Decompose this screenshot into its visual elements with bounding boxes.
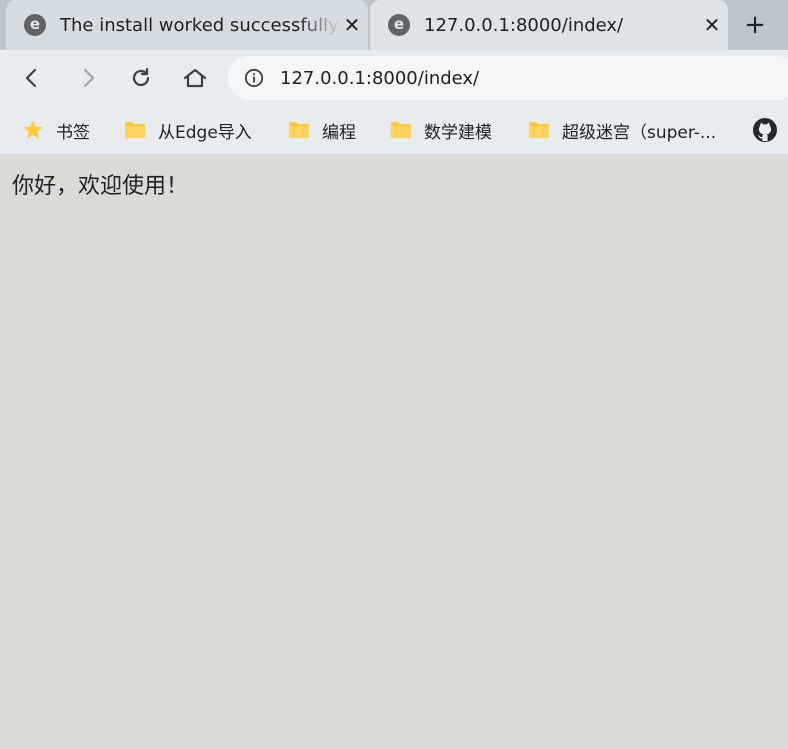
home-button[interactable] bbox=[177, 60, 213, 96]
reload-icon bbox=[132, 67, 150, 87]
folder-icon bbox=[289, 122, 309, 138]
edge-e-icon: e bbox=[24, 14, 46, 36]
tab-title: The install worked successfully! Congrat… bbox=[60, 14, 340, 36]
info-icon[interactable] bbox=[244, 68, 264, 88]
bookmark-folder-edge-import[interactable]: 从Edge导入 bbox=[124, 106, 252, 154]
folder-icon bbox=[529, 122, 549, 138]
tab-index[interactable]: e 127.0.0.1:8000/index/ ✕ bbox=[370, 0, 728, 50]
address-bar[interactable]: 127.0.0.1:8000/index/ bbox=[228, 56, 788, 100]
bookmark-folder-math-modeling[interactable]: 数学建模 bbox=[390, 106, 492, 154]
tab-title: 127.0.0.1:8000/index/ bbox=[424, 14, 624, 36]
bookmark-folder-super-maze[interactable]: 超级迷宫（super-... bbox=[528, 106, 716, 154]
bookmark-favorites[interactable]: 书签 bbox=[22, 106, 90, 154]
back-button[interactable] bbox=[14, 60, 50, 96]
bookmark-label: 数学建模 bbox=[424, 122, 492, 143]
address-url[interactable]: 127.0.0.1:8000/index/ bbox=[280, 68, 479, 89]
bookmark-label: 编程 bbox=[322, 122, 356, 143]
folder-icon bbox=[391, 122, 411, 138]
reload-button[interactable] bbox=[123, 60, 159, 96]
star-icon bbox=[23, 120, 43, 139]
bookmark-folder-programming[interactable]: 编程 bbox=[288, 106, 356, 154]
bookmark-github[interactable] bbox=[752, 106, 778, 154]
bookmarks-bar: 书签 从Edge导入 编程 数学建模 超级迷宫（super-... bbox=[0, 106, 788, 155]
new-tab-button[interactable]: + bbox=[738, 8, 772, 42]
toolbar: 127.0.0.1:8000/index/ bbox=[0, 50, 788, 106]
github-icon bbox=[753, 118, 777, 142]
bookmark-label: 书签 bbox=[56, 122, 90, 143]
bookmark-label: 超级迷宫（super-... bbox=[562, 122, 717, 143]
tab-install-worked[interactable]: e The install worked successfully! Congr… bbox=[6, 0, 368, 50]
bookmark-label: 从Edge导入 bbox=[158, 122, 252, 143]
tab-strip: e The install worked successfully! Congr… bbox=[0, 0, 788, 50]
forward-arrow-icon bbox=[83, 68, 95, 88]
page-greeting: 你好，欢迎使用！ bbox=[12, 174, 189, 199]
close-icon[interactable]: ✕ bbox=[340, 13, 364, 37]
forward-button[interactable] bbox=[70, 60, 106, 96]
home-icon bbox=[183, 68, 207, 88]
folder-icon bbox=[125, 122, 145, 138]
back-arrow-icon bbox=[25, 68, 37, 88]
close-icon[interactable]: ✕ bbox=[700, 13, 724, 37]
edge-e-icon: e bbox=[388, 14, 410, 36]
